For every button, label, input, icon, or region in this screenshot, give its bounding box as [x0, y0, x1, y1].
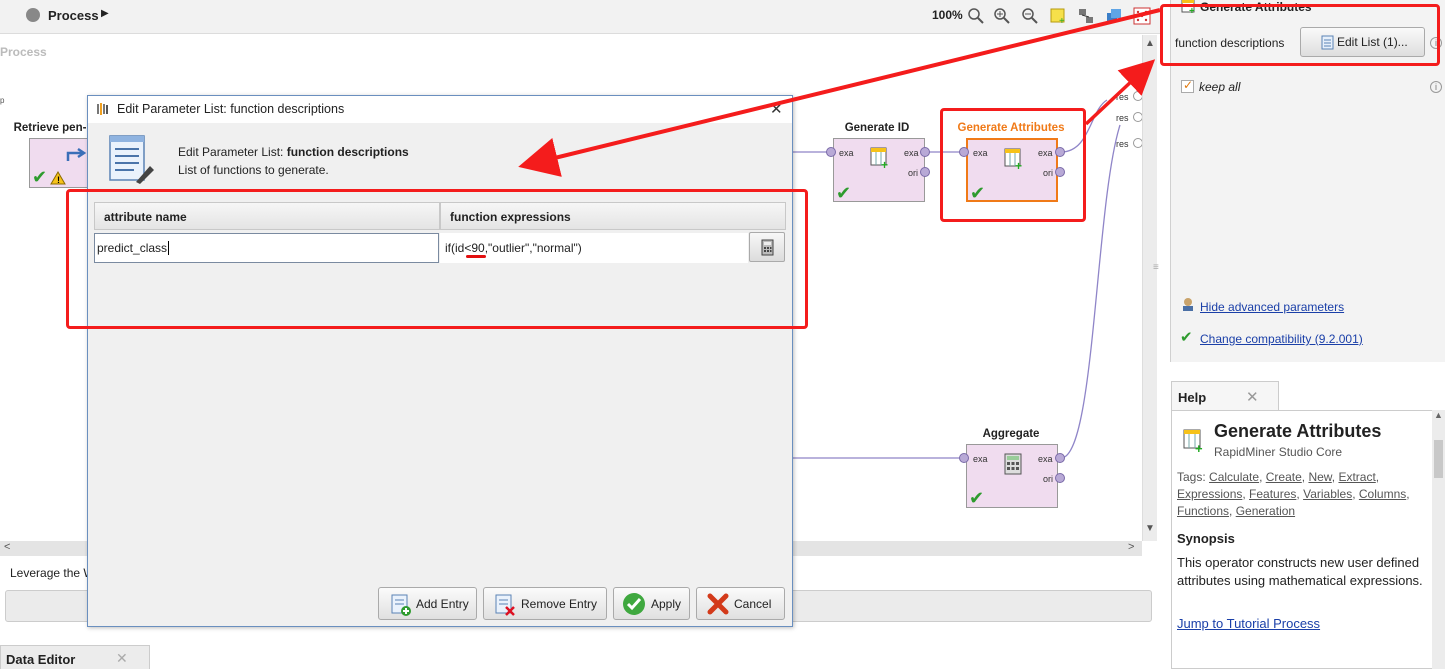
annotation-arrows [518, 8, 1161, 177]
